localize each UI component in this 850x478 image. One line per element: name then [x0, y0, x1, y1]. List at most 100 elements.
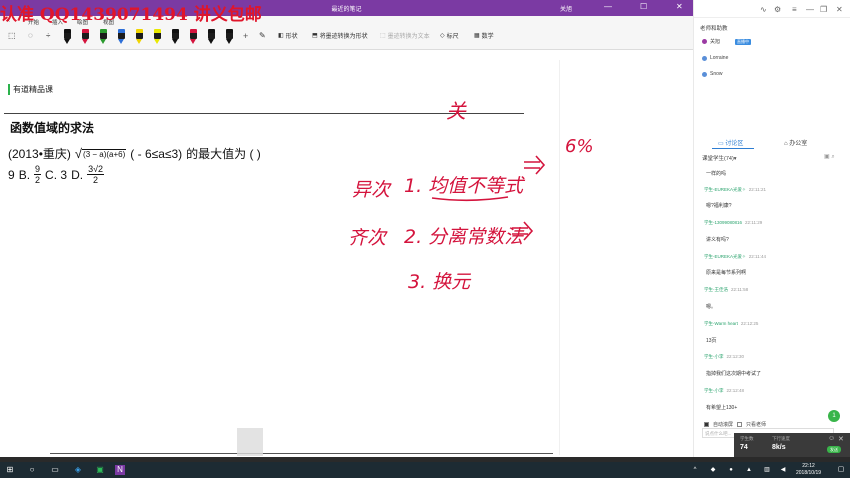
option-b-fraction: 9 2	[34, 164, 42, 185]
close-button[interactable]: ✕	[676, 2, 683, 11]
option-b-denominator: 2	[35, 175, 41, 185]
tab-discussion-label: 讨论区	[725, 141, 744, 147]
ink-to-shape-icon[interactable]: ✎	[259, 31, 266, 40]
chat-sender: 学生-Warm heart 22:12:25	[704, 321, 758, 327]
option-d-fraction: 3√2 2	[87, 164, 105, 185]
tray-arrow-icon[interactable]: ^	[690, 465, 700, 475]
image-icon[interactable]: ▣	[824, 154, 830, 160]
ruler-icon: ◇	[440, 33, 445, 39]
highlighter-yellow[interactable]	[136, 29, 143, 45]
search-icon[interactable]: ○	[27, 465, 37, 475]
new-message-badge[interactable]: 1	[828, 410, 840, 422]
signed-in-user[interactable]: 关旭	[560, 4, 572, 13]
pen-green[interactable]	[100, 29, 107, 45]
volume-icon[interactable]: ◀	[778, 465, 788, 475]
teacher-only-checkbox[interactable]	[737, 422, 743, 427]
chat-options: 自动滚屏 只看老师	[704, 421, 766, 428]
clock-date: 2018/10/19	[796, 470, 822, 476]
tab-discussion[interactable]: ▭ 讨论区	[718, 138, 743, 147]
sqrt-icon: √	[74, 146, 83, 161]
teacher-item[interactable]: Snow	[702, 71, 723, 77]
pen-black-4[interactable]	[226, 29, 233, 45]
network-icon[interactable]: ▥	[762, 465, 772, 475]
avatar-icon	[702, 55, 707, 61]
problem-question: 的最大值为 ( )	[186, 147, 261, 161]
panel-minimize-icon[interactable]: —	[806, 5, 814, 14]
sender-name: 学生-Warm heart	[704, 321, 738, 326]
heading-divider	[4, 113, 524, 114]
emoji-icon[interactable]: ☺	[828, 435, 835, 442]
teacher-name: 关旭	[710, 39, 721, 45]
teacher-section-title: 老师和助教	[700, 26, 728, 32]
chat-message-text: 有希望上130+	[706, 405, 738, 411]
chat-message-text: 嗯?福利康?	[706, 203, 732, 209]
teacher-item[interactable]: 关旭 直播中	[702, 38, 752, 45]
settings-icon[interactable]: ⚙	[774, 5, 781, 14]
video-overlay-icon[interactable]	[237, 428, 263, 456]
problem-source: (2013•重庆)	[8, 147, 71, 161]
chat-sender: 学生-13099080816 22:11:29	[704, 220, 762, 226]
start-icon[interactable]: ⊞	[5, 465, 15, 475]
live-badge: 直播中	[735, 38, 752, 45]
maximize-button[interactable]: ☐	[640, 2, 647, 11]
notifications-icon[interactable]: ▢	[836, 465, 846, 475]
students-label: 学生数	[740, 436, 754, 441]
system-clock[interactable]: 22:12 2018/10/19	[796, 463, 821, 477]
select-tool-icon[interactable]: ⬚	[8, 31, 16, 40]
ink-to-shape-button[interactable]: ⬒ 将墨迹转换为形状	[312, 31, 368, 40]
student-filter-dropdown[interactable]: 课堂学生(74)▾	[702, 154, 737, 162]
highlighter-lime[interactable]	[154, 29, 161, 45]
pen-black-3[interactable]	[208, 29, 215, 45]
chat-message-text: 13页	[706, 338, 717, 344]
tab-office-label: 办公室	[789, 141, 808, 147]
send-button[interactable]: 发送	[827, 446, 841, 453]
app-green-icon[interactable]: ▣	[95, 465, 105, 475]
math-label: 数学	[481, 34, 494, 40]
onenote-icon[interactable]: N	[115, 465, 125, 475]
task-view-icon[interactable]: ▭	[50, 465, 60, 475]
pen-red-1[interactable]	[82, 29, 89, 45]
ink-text-icon: ⬚	[380, 33, 386, 39]
ruler-label: 标尺	[446, 34, 459, 40]
pen-black-2[interactable]	[190, 29, 197, 45]
menu-icon[interactable]: ≡	[792, 5, 797, 14]
math-button[interactable]: ▦ 数学	[474, 31, 494, 40]
sender-name: 学生-小李	[704, 354, 724, 359]
ink-to-shape-label: 将墨迹转换为形状	[319, 34, 368, 40]
tray-app-icon[interactable]: ◆	[708, 465, 718, 475]
add-pen-icon[interactable]: +	[243, 31, 248, 41]
convert-icon: ⬒	[312, 33, 318, 39]
option-a: 9	[8, 167, 15, 182]
pen-red-selected[interactable]	[172, 29, 179, 45]
tray-app-icon[interactable]: ▲	[744, 465, 754, 475]
shapes-icon: ◧	[278, 33, 284, 39]
stats-close-icon[interactable]: ✕	[838, 435, 844, 443]
shapes-button[interactable]: ◧ 形状	[278, 31, 298, 40]
browser-icon[interactable]: ◈	[73, 465, 83, 475]
tray-app-icon[interactable]: ●	[726, 465, 736, 475]
pen-blue[interactable]	[118, 29, 125, 45]
lasso-icon[interactable]: ◌	[28, 31, 33, 40]
message-time: 22:12:48	[726, 388, 745, 393]
tab-office[interactable]: ⌂ 办公室	[784, 138, 807, 147]
panel-close-icon[interactable]: ✕	[836, 5, 843, 14]
message-time: 22:11:21	[748, 187, 766, 192]
sender-name: 学生-EUREKA光爱✧	[704, 254, 746, 259]
auto-scroll-checkbox[interactable]	[704, 422, 709, 427]
panel-toolbar: ∿ ⚙ ≡ — ❐ ✕	[694, 0, 850, 18]
watermark-text: 认准 QQ1439071494 讲义包邮	[0, 5, 262, 25]
chat-message-text: 原来是每节系列啊	[706, 270, 747, 276]
teacher-item[interactable]: Lorraine	[702, 55, 728, 61]
math-icon: ▦	[474, 33, 480, 39]
minimize-button[interactable]: —	[604, 2, 612, 11]
ruler-button[interactable]: ◇ 标尺	[440, 31, 459, 40]
avatar-icon	[702, 39, 707, 44]
ink-to-text-button[interactable]: ⬚ 墨迹转换为文本	[380, 31, 430, 40]
panel-restore-icon[interactable]: ❐	[820, 5, 827, 14]
avatar-icon	[702, 71, 707, 77]
pen-black-1[interactable]	[64, 29, 71, 45]
note-heading: 有道精品课	[8, 84, 53, 95]
chat-search-icon[interactable]: ⌕	[831, 154, 834, 160]
add-space-icon[interactable]: ÷	[46, 31, 50, 40]
students-count: 74	[740, 444, 748, 451]
